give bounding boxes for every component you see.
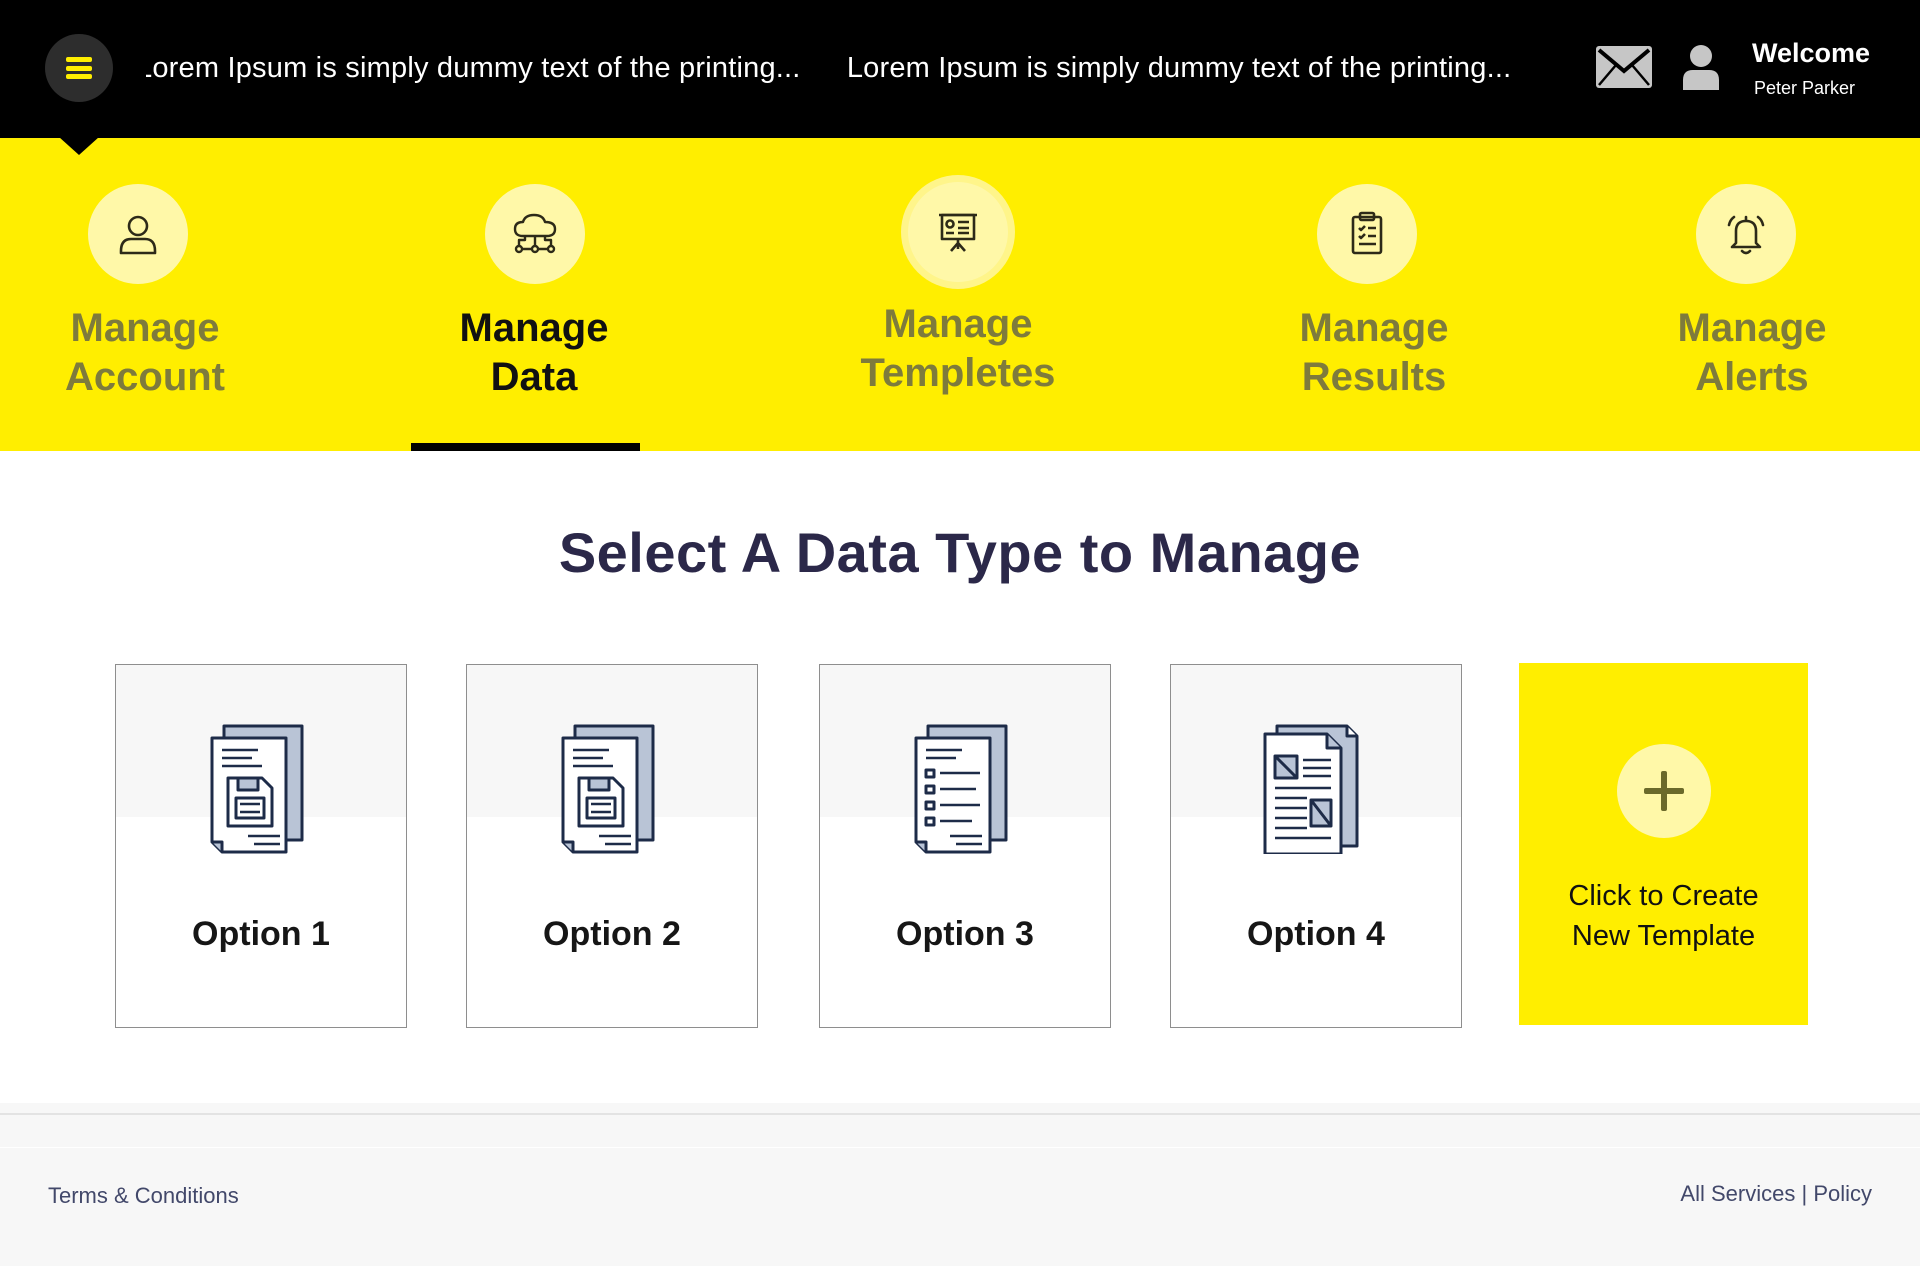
option-card-3[interactable]: Option 3 bbox=[819, 664, 1111, 1028]
ticker-item: Lorem Ipsum is simply dummy text of the … bbox=[846, 52, 1512, 84]
news-ticker: Lorem Ipsum is simply dummy text of the … bbox=[146, 40, 1560, 96]
nav-label: Manage Results bbox=[1299, 306, 1449, 399]
user-icon[interactable] bbox=[1683, 44, 1719, 95]
policy-link[interactable]: Policy bbox=[1813, 1181, 1872, 1206]
option-card-4[interactable]: Option 4 bbox=[1170, 664, 1462, 1028]
presentation-board-icon bbox=[908, 182, 1008, 282]
nav-label: Manage Account bbox=[65, 306, 225, 399]
nav-label: Manage Alerts bbox=[1677, 306, 1827, 399]
option-card-1[interactable]: Option 1 bbox=[115, 664, 407, 1028]
footer-links: All Services | Policy bbox=[1680, 1181, 1872, 1207]
nav-item-manage-templetes[interactable]: Manage Templetes bbox=[858, 138, 1058, 451]
user-outline-icon bbox=[88, 184, 188, 284]
footer: Terms & Conditions All Services | Policy bbox=[0, 1103, 1920, 1266]
card-label: Option 1 bbox=[192, 915, 330, 953]
nav-label: Manage Templetes bbox=[860, 302, 1056, 395]
bell-icon bbox=[1696, 184, 1796, 284]
card-label: Option 4 bbox=[1247, 915, 1385, 953]
menu-pointer bbox=[59, 137, 99, 155]
nav-item-manage-data[interactable]: Manage Data bbox=[434, 138, 634, 451]
option-card-2[interactable]: Option 2 bbox=[466, 664, 758, 1028]
clipboard-checklist-icon bbox=[1317, 184, 1417, 284]
document-floppy-icon bbox=[206, 722, 306, 859]
card-label: Option 3 bbox=[896, 915, 1034, 953]
envelope-icon[interactable] bbox=[1596, 46, 1652, 93]
nav-item-manage-account[interactable]: Manage Account bbox=[45, 138, 245, 451]
main-nav: Manage Account Manage Data Manage Temple… bbox=[0, 138, 1920, 451]
active-tab-indicator bbox=[411, 443, 640, 451]
top-bar: Lorem Ipsum is simply dummy text of the … bbox=[0, 0, 1920, 138]
nav-label: Manage Data bbox=[459, 306, 609, 399]
footer-divider bbox=[0, 1113, 1920, 1115]
footer-separator: | bbox=[1801, 1181, 1808, 1206]
plus-icon bbox=[1617, 744, 1711, 838]
hamburger-icon bbox=[66, 57, 92, 79]
document-floppy-icon bbox=[557, 722, 657, 859]
document-list-icon bbox=[910, 722, 1010, 859]
document-images-icon bbox=[1261, 722, 1361, 859]
nav-item-manage-alerts[interactable]: Manage Alerts bbox=[1652, 138, 1852, 451]
all-services-link[interactable]: All Services bbox=[1680, 1181, 1795, 1206]
welcome-text: Welcome bbox=[1752, 38, 1871, 68]
user-name: Peter Parker bbox=[1754, 78, 1856, 98]
menu-button[interactable] bbox=[45, 34, 113, 102]
create-template-text: Click to Create New Template bbox=[1568, 880, 1759, 952]
page-title: Select A Data Type to Manage bbox=[558, 521, 1362, 584]
cloud-network-icon bbox=[485, 184, 585, 284]
ticker-item: Lorem Ipsum is simply dummy text of the … bbox=[146, 52, 801, 84]
card-label: Option 2 bbox=[543, 915, 681, 953]
create-template-card[interactable]: Click to Create New Template bbox=[1519, 663, 1808, 1025]
nav-item-manage-results[interactable]: Manage Results bbox=[1274, 138, 1474, 451]
terms-link[interactable]: Terms & Conditions bbox=[48, 1183, 239, 1209]
footer-divider bbox=[0, 1147, 1920, 1148]
